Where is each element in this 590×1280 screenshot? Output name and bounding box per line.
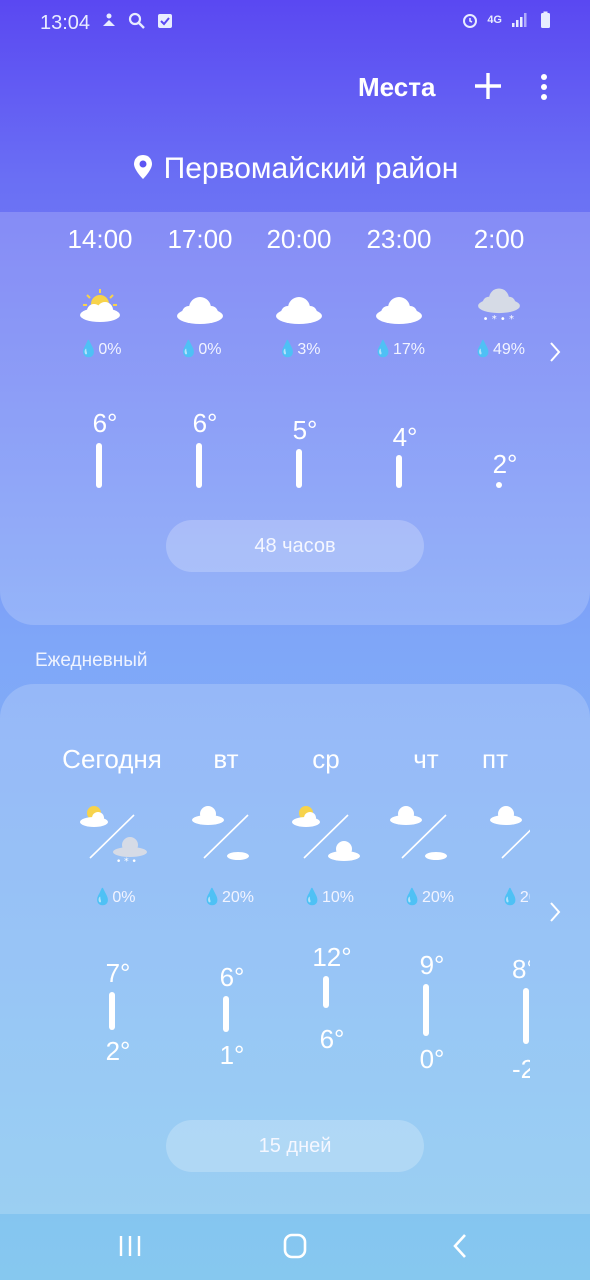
daily-precip-value: 20% [421, 889, 454, 906]
day-cloud-night-moon-icon [192, 806, 256, 860]
search-icon [128, 12, 145, 29]
location-pin-icon [133, 155, 152, 179]
daily-low-temp: -2° [512, 1054, 530, 1084]
hourly-time: 17:00 [167, 224, 233, 254]
network-type-label: 4G [487, 14, 502, 26]
hourly-item: 14:00 [50, 224, 150, 255]
daily-precip: 💧0% [92, 889, 136, 906]
day-partly-sunny-night-snow-icon: • * • [80, 806, 147, 867]
daily-low-temp: 0° [419, 1044, 445, 1074]
snow-rain-cloud-icon: • * • * [478, 288, 520, 324]
hourly-temp: 6° [192, 408, 218, 438]
cloud-icon [177, 297, 223, 324]
daily-high-temp: 9° [419, 950, 445, 980]
daily-precip: 💧20% [202, 889, 254, 906]
chevron-right-icon[interactable] [546, 340, 564, 364]
signal-icon [512, 13, 527, 27]
location-title[interactable]: Первомайский район [0, 152, 590, 186]
hourly-time: 2:00 [473, 224, 525, 254]
hourly-precip: 💧0% [78, 341, 122, 358]
daily-precip-value: 10% [321, 889, 354, 906]
cloud-icon [276, 297, 322, 324]
day-partly-sunny-night-cloud-icon [292, 806, 360, 861]
temp-range-bar [323, 976, 329, 1008]
hourly-item: 17:00 [150, 224, 250, 255]
status-time: 13:04 [40, 12, 91, 34]
daily-high-temp: 12° [312, 942, 352, 972]
daily-day-label: Сегодня [62, 744, 162, 774]
app-header: Места [0, 60, 590, 116]
48-hours-button[interactable]: 48 часов [166, 520, 424, 572]
temp-bar [496, 482, 502, 488]
daily-low-temp: 1° [219, 1040, 245, 1070]
status-right-icons: 4G [461, 11, 554, 29]
daily-precip-value: 20% [519, 889, 530, 906]
daily-section-label: Ежедневный [35, 650, 148, 671]
temp-bar [296, 449, 302, 488]
hourly-item: 20:00 [249, 224, 349, 255]
battery-icon [541, 11, 550, 28]
hourly-item: 23:00 [349, 224, 449, 255]
hourly-precip: 💧17% [373, 341, 425, 358]
chevron-right-icon[interactable] [546, 900, 564, 924]
temp-range-bar [523, 988, 529, 1044]
svg-text:• * •: • * • [116, 857, 137, 867]
hourly-precip-value: 49% [492, 341, 525, 358]
cloud-icon [376, 297, 422, 324]
hourly-time: 14:00 [67, 224, 133, 254]
more-vertical-icon[interactable] [530, 70, 558, 106]
15-days-button[interactable]: 15 дней [166, 1120, 424, 1172]
hourly-precip: 💧0% [178, 341, 222, 358]
hourly-temp: 4° [392, 422, 418, 452]
daily-day-label: пт [482, 744, 508, 774]
hourly-precip-value: 3% [297, 341, 321, 358]
partly-sunny-icon [80, 289, 120, 322]
hourly-temp: 6° [92, 408, 118, 438]
accessibility-icon [103, 13, 115, 26]
hourly-precip-value: 0% [198, 341, 222, 358]
navigation-bar [0, 1212, 590, 1280]
hourly-temp: 5° [292, 415, 318, 445]
daily-precip: 💧20% [500, 887, 530, 907]
daily-low-temp: 6° [319, 1024, 345, 1054]
places-button[interactable]: Места [358, 72, 435, 103]
daily-low-temp: 2° [105, 1036, 131, 1066]
temp-range-bar [223, 996, 229, 1032]
daily-precip-value: 0% [112, 889, 136, 906]
hourly-temp: 2° [492, 449, 518, 479]
temp-bar [96, 443, 102, 488]
daily-precip: 💧20% [402, 889, 454, 906]
status-left-icons [100, 12, 174, 30]
day-cloud-night-moon-icon [390, 806, 454, 860]
hourly-precip-value: 17% [392, 341, 425, 358]
plus-icon[interactable] [470, 68, 506, 104]
temp-range-bar [423, 984, 429, 1036]
hourly-item: 2:00 [449, 224, 549, 255]
back-icon[interactable] [443, 1230, 479, 1262]
alarm-icon [463, 14, 478, 28]
day-cloud-partial-icon [490, 806, 530, 859]
temp-bar [196, 443, 202, 488]
svg-text:• * • *: • * • * [483, 314, 514, 324]
daily-high-temp: 8° [512, 954, 530, 984]
recent-apps-icon[interactable] [112, 1230, 148, 1262]
daily-day-label: чт [413, 744, 439, 774]
hourly-precip: 💧49% [473, 341, 525, 358]
location-name: Первомайский район [163, 152, 459, 185]
hourly-time: 23:00 [366, 224, 432, 254]
temp-bar [396, 455, 402, 488]
daily-precip: 💧10% [302, 889, 354, 906]
daily-high-temp: 6° [219, 962, 245, 992]
home-icon[interactable] [277, 1230, 313, 1262]
checkbox-icon [158, 14, 172, 28]
hourly-precip: 💧3% [277, 341, 321, 358]
hourly-time: 20:00 [266, 224, 332, 254]
status-bar: 13:04 4G [0, 0, 590, 46]
daily-precip-value: 20% [221, 889, 254, 906]
daily-high-temp: 7° [105, 958, 131, 988]
temp-range-bar [109, 992, 115, 1030]
hourly-precip-value: 0% [98, 341, 122, 358]
